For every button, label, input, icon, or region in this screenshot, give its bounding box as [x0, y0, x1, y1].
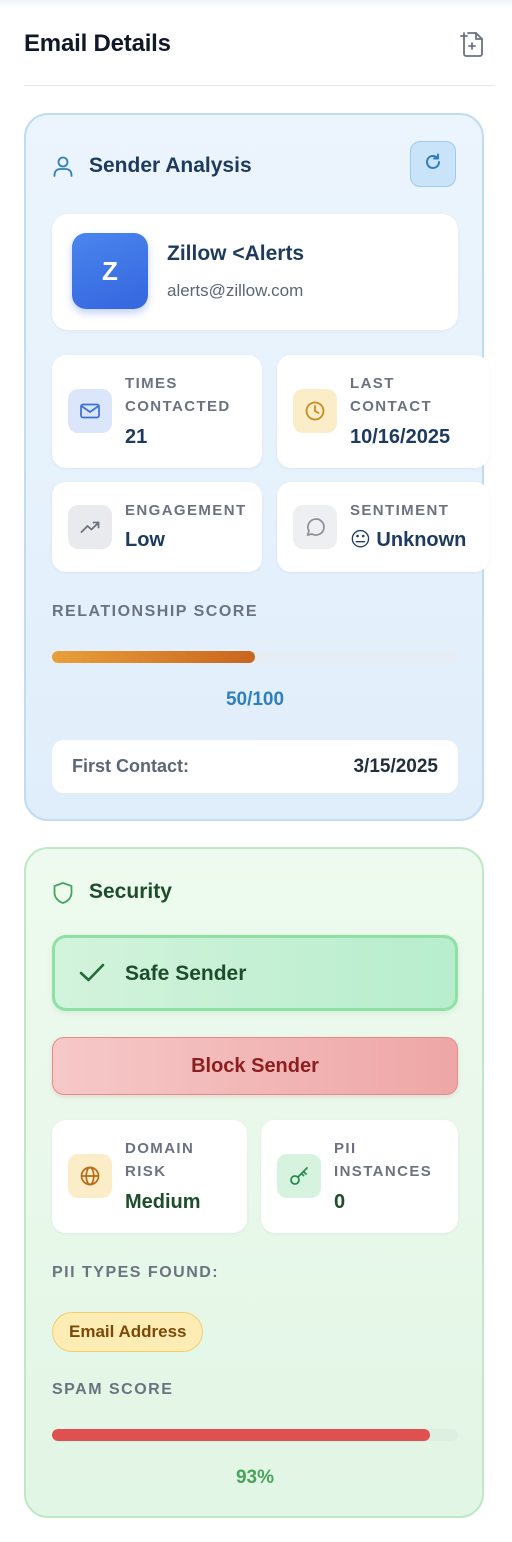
first-contact-value: 3/15/2025: [353, 756, 438, 777]
spam-score-fill: [52, 1429, 430, 1441]
sentiment-label: Sentiment: [350, 502, 450, 519]
relationship-score-bar: [52, 651, 458, 663]
first-contact-label: First Contact:: [72, 756, 189, 776]
safe-sender-label: Safe Sender: [125, 962, 247, 985]
stat-last-contact: Last Contact 10/16/2025: [277, 355, 489, 468]
last-contact-label: Last Contact: [350, 375, 433, 415]
refresh-icon: [423, 152, 443, 177]
spam-score-bar: [52, 1429, 458, 1441]
file-export-icon[interactable]: [460, 30, 486, 58]
pii-instances-value: 0: [334, 1191, 346, 1213]
safe-sender-status: Safe Sender: [52, 935, 458, 1011]
check-icon: [77, 958, 107, 988]
sender-profile: Z Zillow <Alerts alerts@zillow.com: [52, 214, 458, 330]
engagement-label: Engagement: [125, 502, 247, 519]
stat-pii-instances: PII Instances 0: [261, 1120, 458, 1233]
pii-types-label: PII Types Found:: [52, 1264, 220, 1281]
page-title: Email Details: [24, 30, 171, 57]
times-contacted-value: 21: [125, 426, 148, 448]
domain-risk-label: Domain Risk: [125, 1140, 195, 1180]
relationship-score-value: 50/100: [225, 689, 285, 710]
security-header: Security: [52, 877, 172, 907]
stat-engagement: Engagement Low: [52, 482, 262, 572]
top-shade: [0, 0, 512, 8]
relationship-score-label: Relationship Score: [52, 603, 258, 620]
sender-name: Zillow <Alerts: [167, 242, 305, 265]
message-circle-icon: [293, 505, 337, 549]
pii-type-badge: Email Address: [52, 1312, 204, 1352]
mail-icon: [68, 389, 112, 433]
shield-icon: [52, 881, 74, 904]
pii-instances-label: PII Instances: [334, 1140, 433, 1180]
sentiment-value: 😐 Unknown: [350, 529, 467, 551]
last-contact-value: 10/16/2025: [350, 426, 451, 448]
clock-icon: [293, 389, 337, 433]
times-contacted-label: Times Contacted: [125, 375, 231, 415]
relationship-score-fill: [52, 651, 255, 663]
spam-score-label: Spam Score: [52, 1381, 174, 1398]
sender-email: alerts@zillow.com: [167, 281, 304, 300]
sender-analysis-card: Sender Analysis Z Zillow <Alerts alerts@…: [24, 113, 489, 821]
sender-analysis-title: Sender Analysis: [89, 154, 252, 177]
stat-times-contacted: Times Contacted 21: [52, 355, 262, 468]
security-card: Security Safe Sender Block Sender Domain…: [24, 847, 484, 1518]
trending-up-icon: [68, 505, 112, 549]
user-icon: [52, 155, 74, 177]
key-icon: [277, 1154, 321, 1198]
stat-domain-risk: Domain Risk Medium: [52, 1120, 247, 1233]
avatar: Z: [72, 233, 148, 309]
refresh-button[interactable]: [410, 141, 456, 187]
domain-risk-value: Medium: [125, 1191, 201, 1213]
globe-icon: [68, 1154, 112, 1198]
stat-sentiment: Sentiment 😐 Unknown: [277, 482, 489, 572]
security-title: Security: [89, 880, 172, 903]
engagement-value: Low: [125, 529, 165, 551]
sender-analysis-header: Sender Analysis: [52, 151, 252, 181]
first-contact-row: First Contact: 3/15/2025: [52, 740, 458, 793]
block-sender-button[interactable]: Block Sender: [52, 1037, 458, 1095]
panel-header: Email Details: [24, 24, 494, 86]
spam-score-value: 93%: [235, 1467, 275, 1488]
